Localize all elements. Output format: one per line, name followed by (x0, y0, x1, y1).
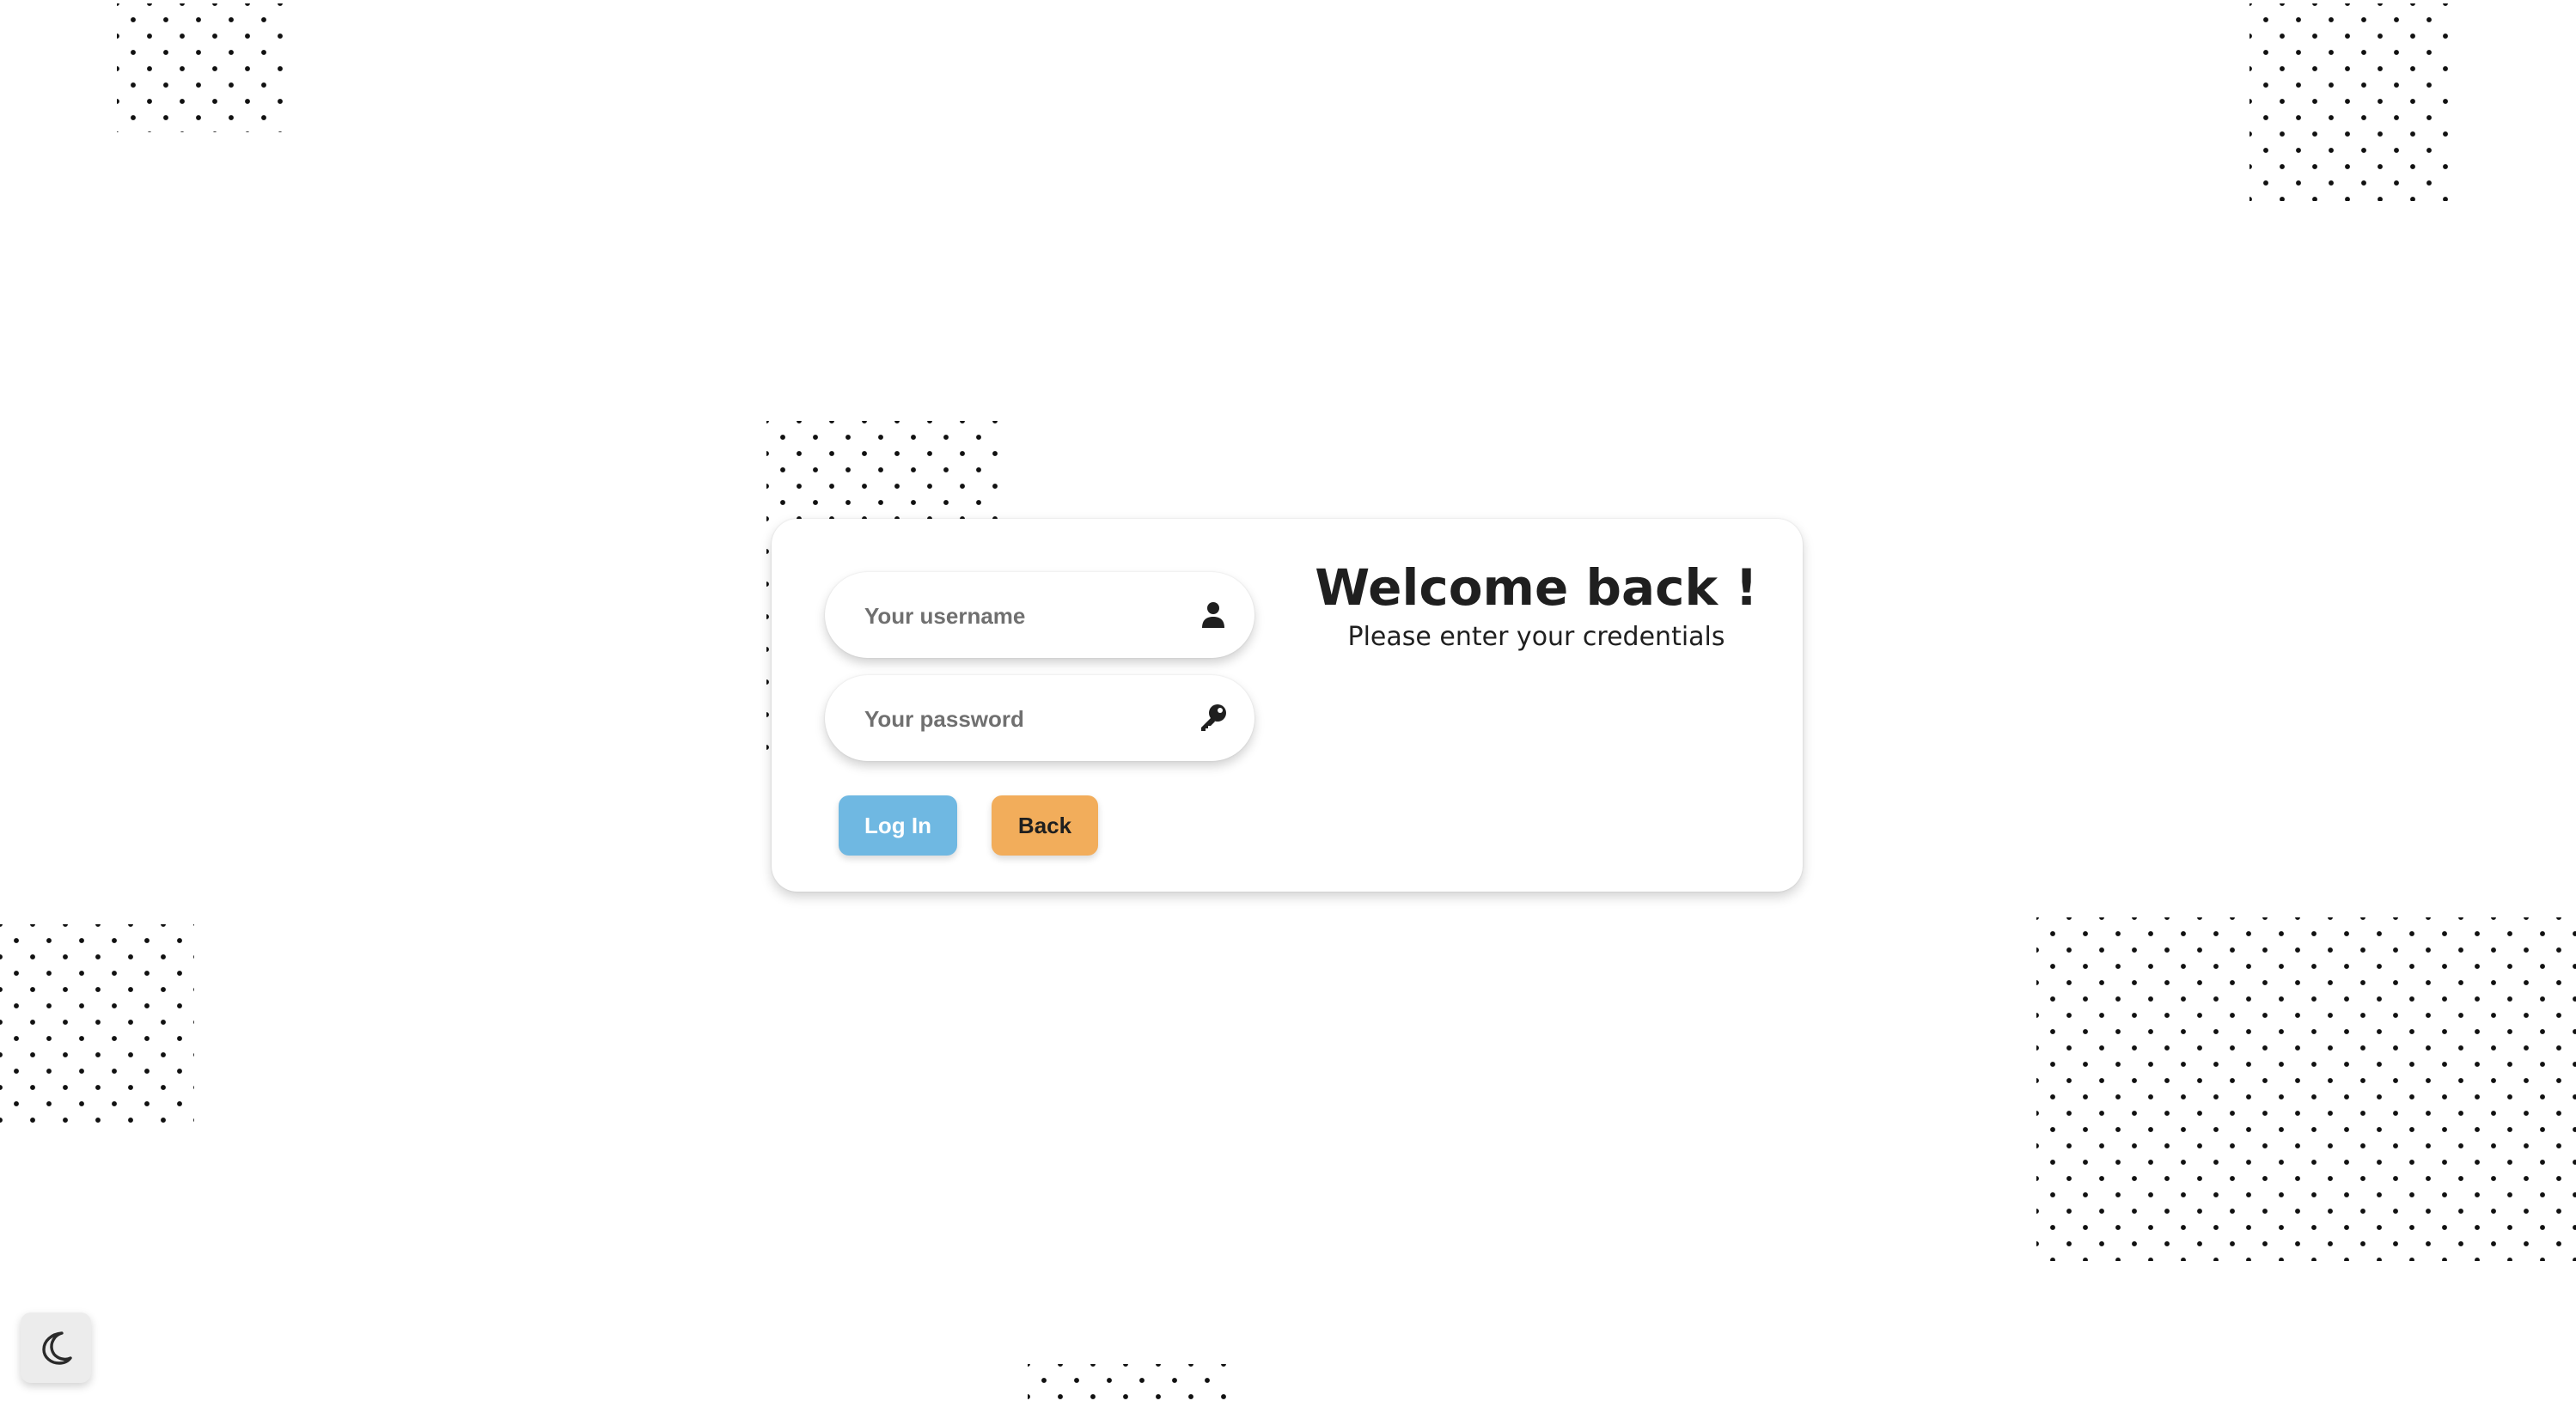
user-icon (1198, 600, 1229, 630)
dot-pattern-decoration (2249, 3, 2456, 201)
dot-pattern-decoration (2036, 917, 2576, 1261)
back-button[interactable]: Back (992, 795, 1098, 856)
theme-toggle-button[interactable] (21, 1313, 91, 1383)
welcome-title: Welcome back ! (1315, 558, 1758, 617)
dot-pattern-decoration (117, 3, 287, 132)
page: Log In Back Welcome back ! Please enter … (0, 0, 2576, 1407)
password-field-container (825, 675, 1254, 763)
dot-pattern-decoration (0, 924, 194, 1130)
username-input[interactable] (863, 572, 1175, 660)
welcome-panel: Welcome back ! Please enter your credent… (1296, 555, 1777, 655)
login-button[interactable]: Log In (839, 795, 957, 856)
welcome-subtitle: Please enter your credentials (1347, 622, 1725, 652)
dot-pattern-decoration (1028, 1364, 1234, 1407)
moon-icon (42, 1331, 72, 1365)
login-card: Log In Back Welcome back ! Please enter … (772, 519, 1803, 892)
username-field-container (825, 572, 1254, 660)
key-icon (1198, 703, 1229, 734)
password-input[interactable] (863, 675, 1175, 763)
